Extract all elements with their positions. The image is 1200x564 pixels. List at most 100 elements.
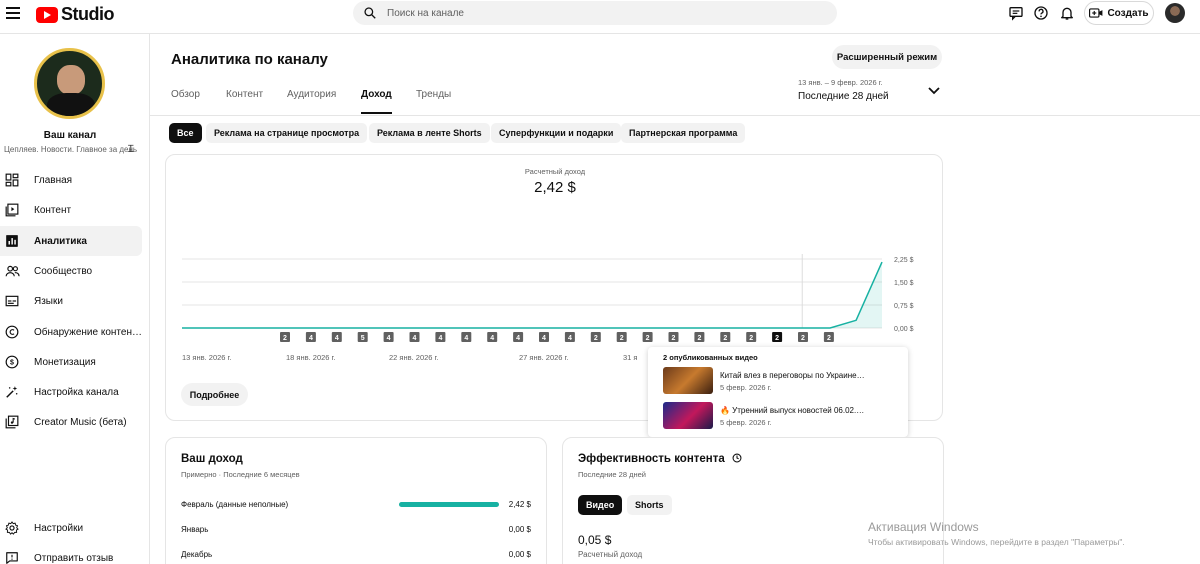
revenue-row-label: Февраль (данные неполные) bbox=[181, 500, 289, 509]
sidebar-item-label: Отправить отзыв bbox=[34, 552, 114, 564]
card-title: Ваш доход bbox=[181, 453, 243, 465]
clock-icon[interactable] bbox=[732, 453, 742, 463]
tabs-divider bbox=[150, 115, 1200, 116]
tab-overview[interactable]: Обзор bbox=[171, 89, 200, 114]
sidebar-item-label: Аналитика bbox=[34, 235, 87, 247]
sidebar-item-label: Контент bbox=[34, 204, 72, 216]
sidebar-item-label: Обнаружение контен… bbox=[34, 326, 142, 338]
x-tick-label: 13 янв. 2026 г. bbox=[182, 353, 231, 362]
upload-marker-count: 4 bbox=[309, 335, 313, 342]
top-bar: Studio Создать bbox=[0, 0, 1200, 34]
community-icon bbox=[5, 265, 20, 277]
chip-videos[interactable]: Видео bbox=[578, 495, 623, 515]
sidebar-item-languages[interactable]: Языки bbox=[0, 286, 142, 316]
studio-logo[interactable]: Studio bbox=[36, 4, 115, 25]
upload-marker-count: 2 bbox=[827, 335, 831, 342]
tab-revenue[interactable]: Доход bbox=[361, 89, 392, 114]
chip-watch-page-ads[interactable]: Реклама на странице просмотра bbox=[206, 123, 368, 143]
sidebar-item-content-detection[interactable]: Обнаружение контен… bbox=[0, 317, 142, 347]
tab-content[interactable]: Контент bbox=[226, 89, 263, 114]
tab-trends[interactable]: Тренды bbox=[416, 89, 451, 114]
sidebar-item-customization[interactable]: Настройка канала bbox=[0, 377, 142, 407]
upload-marker-count: 2 bbox=[646, 335, 650, 342]
chip-supers-gifts[interactable]: Суперфункции и подарки bbox=[491, 123, 622, 143]
chip-affiliate[interactable]: Партнерская программа bbox=[621, 123, 746, 143]
text-cursor-icon: Ɪ bbox=[128, 144, 134, 155]
video-title[interactable]: Китай влез в переговоры по Украине… bbox=[720, 371, 865, 380]
sidebar-item-label: Монетизация bbox=[34, 356, 96, 368]
upload-marker-count: 2 bbox=[749, 335, 753, 342]
video-thumbnail[interactable] bbox=[663, 402, 713, 429]
revenue-chart[interactable]: 0,00 $0,75 $1,50 $2,25 $2 4 4 5 4 4 4 4 4 4 4 4 2 2 2 2… bbox=[166, 155, 942, 375]
page-title: Аналитика по каналу bbox=[171, 51, 328, 68]
card-subtitle: Примерно · Последние 6 месяцев bbox=[181, 470, 300, 479]
card-title: Эффективность контента bbox=[578, 453, 742, 465]
upload-marker-count: 4 bbox=[568, 335, 572, 342]
upload-marker-count: 2 bbox=[283, 335, 287, 342]
series-line bbox=[182, 261, 883, 329]
chip-shorts[interactable]: Shorts bbox=[627, 495, 672, 515]
message-icon[interactable] bbox=[1008, 5, 1024, 21]
chip-all[interactable]: Все bbox=[169, 123, 202, 143]
video-thumbnail[interactable] bbox=[663, 367, 713, 394]
youtube-logo-icon bbox=[36, 6, 58, 23]
windows-activation-watermark: Активация Windows Чтобы активировать Win… bbox=[868, 520, 1125, 547]
tab-audience[interactable]: Аудитория bbox=[287, 89, 336, 114]
sidebar-item-content[interactable]: Контент bbox=[0, 195, 142, 225]
upload-marker-count: 2 bbox=[594, 335, 598, 342]
sidebar-item-community[interactable]: Сообщество bbox=[0, 256, 142, 286]
channel-name: Ваш канал bbox=[43, 130, 97, 141]
advanced-mode-button[interactable]: Расширенный режим bbox=[832, 45, 942, 69]
sidebar-item-monetization[interactable]: $ Монетизация bbox=[0, 347, 142, 377]
see-more-button[interactable]: Подробнее bbox=[181, 383, 248, 406]
watermark-title: Активация Windows bbox=[868, 520, 979, 534]
create-button[interactable]: Создать bbox=[1084, 1, 1154, 25]
revenue-row: Январь 0,00 $ bbox=[181, 523, 531, 537]
channel-avatar[interactable] bbox=[34, 48, 105, 119]
upload-marker-count: 4 bbox=[464, 335, 468, 342]
search-bar[interactable] bbox=[353, 1, 837, 25]
upload-marker-count: 4 bbox=[490, 335, 494, 342]
help-icon[interactable] bbox=[1033, 5, 1049, 21]
upload-marker-count: 4 bbox=[413, 335, 417, 342]
upload-marker-count: 5 bbox=[361, 335, 365, 342]
dashboard-icon bbox=[5, 173, 19, 187]
y-tick-label: 0,75 $ bbox=[894, 303, 914, 310]
upload-marker-count: 4 bbox=[335, 335, 339, 342]
date-range-picker[interactable]: 13 янв. – 9 февр. 2026 г. Последние 28 д… bbox=[798, 78, 948, 102]
revenue-row: Декабрь 0,00 $ bbox=[181, 548, 531, 562]
bell-icon[interactable] bbox=[1059, 5, 1075, 21]
revenue-bar bbox=[399, 502, 499, 507]
sidebar-item-label: Настройка канала bbox=[34, 386, 119, 398]
date-range-label: Последние 28 дней bbox=[798, 91, 889, 102]
video-title[interactable]: 🔥 Утренний выпуск новостей 06.02.… bbox=[720, 406, 864, 415]
sidebar-item-analytics[interactable]: Аналитика bbox=[0, 226, 142, 256]
create-button-label: Создать bbox=[1107, 7, 1149, 19]
sidebar-item-feedback[interactable]: Отправить отзыв bbox=[0, 543, 142, 564]
y-tick-label: 0,00 $ bbox=[894, 326, 914, 333]
sidebar-item-dashboard[interactable]: Главная bbox=[0, 165, 142, 195]
copyright-icon bbox=[5, 325, 19, 339]
series-area bbox=[182, 262, 882, 328]
menu-icon[interactable] bbox=[6, 7, 20, 19]
sidebar-item-label: Сообщество bbox=[34, 265, 93, 277]
upload-marker-count: 2 bbox=[672, 335, 676, 342]
y-tick-label: 1,50 $ bbox=[894, 280, 914, 287]
x-tick-label: 31 я bbox=[623, 353, 638, 362]
magic-wand-icon bbox=[6, 386, 18, 398]
feedback-icon bbox=[6, 552, 18, 564]
sidebar-item-settings[interactable]: Настройки bbox=[0, 513, 142, 543]
upload-marker-count: 4 bbox=[387, 335, 391, 342]
sidebar: Ваш канал Цепляев. Новости. Главное за д… bbox=[0, 34, 150, 564]
search-input[interactable] bbox=[387, 7, 787, 19]
chevron-down-icon bbox=[928, 87, 940, 95]
upload-marker-count: 2 bbox=[620, 335, 624, 342]
account-avatar[interactable] bbox=[1165, 3, 1185, 23]
dollar-icon: $ bbox=[5, 355, 19, 369]
search-icon bbox=[364, 7, 376, 19]
upload-marker-count: 2 bbox=[723, 335, 727, 342]
chip-shorts-feed-ads[interactable]: Реклама в ленте Shorts bbox=[369, 123, 490, 143]
sidebar-item-creator-music[interactable]: Creator Music (бета) bbox=[0, 407, 142, 437]
card-subtitle: Последние 28 дней bbox=[578, 470, 646, 479]
revenue-row: Февраль (данные неполные) 2,42 $ bbox=[181, 498, 531, 512]
